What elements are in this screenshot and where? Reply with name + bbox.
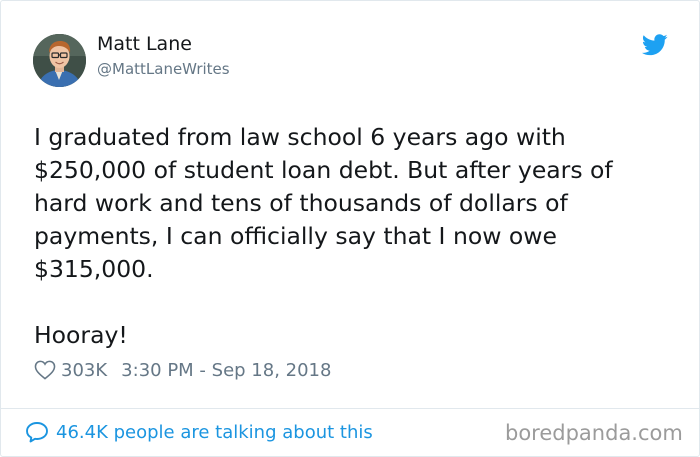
tweet-closing: Hooray! — [34, 321, 128, 349]
profile-photo-icon — [33, 34, 86, 87]
tweet-card: Matt Lane @MattLaneWrites I graduated fr… — [0, 0, 700, 457]
conversation-text[interactable]: 46.4K people are talking about this — [56, 422, 373, 443]
tweet-line: hard work and tens of thousands of dolla… — [34, 189, 568, 217]
avatar[interactable] — [33, 34, 86, 87]
speech-bubble-icon — [26, 422, 48, 443]
timestamp[interactable]: 3:30 PM - Sep 18, 2018 — [121, 360, 331, 381]
heart-icon[interactable] — [34, 360, 56, 380]
like-count[interactable]: 303K — [61, 360, 107, 381]
author-name[interactable]: Matt Lane — [97, 33, 192, 55]
tweet-meta: 303K 3:30 PM - Sep 18, 2018 — [34, 358, 331, 382]
twitter-bird-icon[interactable] — [642, 34, 668, 56]
conversation-link[interactable]: 46.4K people are talking about this — [25, 421, 373, 443]
tweet-line: I graduated from law school 6 years ago … — [34, 123, 566, 151]
watermark: boredpanda.com — [505, 421, 683, 445]
tweet-line: payments, I can officially say that I no… — [34, 222, 557, 250]
divider — [1, 408, 699, 409]
tweet-text: I graduated from law school 6 years ago … — [34, 121, 674, 352]
tweet-line: $315,000. — [34, 255, 154, 283]
author-handle[interactable]: @MattLaneWrites — [97, 60, 230, 78]
tweet-line: $250,000 of student loan debt. But after… — [34, 156, 613, 184]
